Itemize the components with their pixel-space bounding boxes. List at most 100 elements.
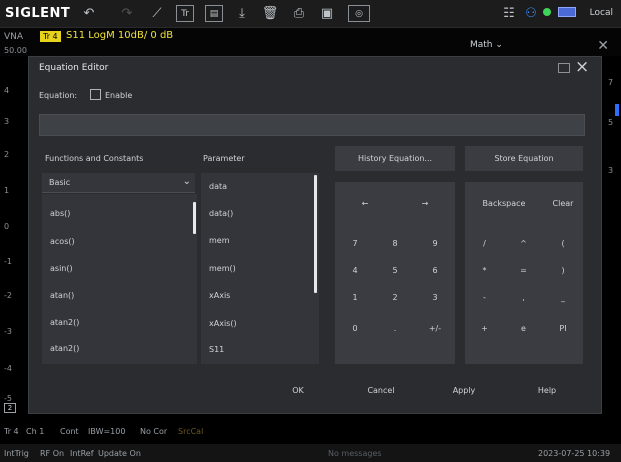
key-0[interactable]: 0 bbox=[335, 314, 375, 344]
key-minus[interactable]: - bbox=[465, 284, 504, 312]
grid-label: -3 bbox=[4, 327, 12, 336]
key-9[interactable]: 9 bbox=[415, 230, 455, 257]
category-select[interactable]: Basic ⌄ bbox=[42, 173, 195, 193]
close-icon[interactable]: ✕ bbox=[597, 38, 609, 54]
layout-icon[interactable]: ☷ bbox=[500, 5, 518, 22]
grid-label: 7 bbox=[608, 78, 614, 87]
status-item[interactable]: SrcCal bbox=[178, 427, 203, 436]
grid-label: 50.00 bbox=[4, 46, 27, 55]
channel-status-bar: Tr 4 Ch 1 Cont IBW=100 No Cor SrcCal bbox=[0, 421, 621, 441]
cancel-button[interactable]: Cancel bbox=[345, 378, 417, 403]
key-plus-minus[interactable]: +/- bbox=[415, 314, 455, 344]
reference-marker bbox=[615, 104, 619, 116]
network-icon[interactable]: ⚇ bbox=[522, 5, 540, 22]
list-item[interactable]: data bbox=[201, 173, 227, 200]
math-dropdown[interactable]: Math ⌄ bbox=[470, 40, 503, 50]
key-comma[interactable]: , bbox=[504, 284, 543, 312]
trace-format-label[interactable]: S11 LogM 10dB/ 0 dB bbox=[66, 30, 173, 41]
scrollbar[interactable] bbox=[314, 175, 317, 293]
list-item[interactable]: atan() bbox=[42, 282, 74, 309]
trace-badge[interactable]: Tr 4 bbox=[40, 31, 61, 42]
status-item[interactable]: IntRef bbox=[70, 449, 94, 458]
list-item[interactable]: mem() bbox=[201, 255, 236, 282]
grid-label: -5 bbox=[4, 394, 12, 403]
list-item[interactable]: atan2() bbox=[42, 335, 79, 362]
equation-input[interactable] bbox=[39, 114, 585, 136]
status-item[interactable]: Ch 1 bbox=[26, 427, 44, 436]
key-divide[interactable]: / bbox=[465, 230, 504, 257]
key-power[interactable]: ^ bbox=[504, 230, 543, 257]
list-item[interactable]: mem bbox=[201, 227, 230, 254]
grid-label: 2 bbox=[4, 150, 10, 159]
key-decimal[interactable]: . bbox=[375, 314, 415, 344]
key-1[interactable]: 1 bbox=[335, 284, 375, 312]
list-item[interactable]: atan2() bbox=[42, 309, 79, 336]
arrow-left-key[interactable]: ← bbox=[335, 190, 395, 218]
print-icon[interactable]: ⎙ bbox=[290, 5, 308, 22]
digit-keypad: ← → 7 8 9 4 5 6 1 2 3 0 . +/- bbox=[335, 182, 455, 364]
status-item[interactable]: Update On bbox=[98, 449, 141, 458]
key-close-paren[interactable]: ) bbox=[543, 257, 583, 284]
local-indicator: Local bbox=[589, 8, 613, 18]
key-underscore[interactable]: _ bbox=[543, 284, 583, 312]
parameter-list: data data() mem mem() xAxis xAxis() S11 bbox=[201, 173, 319, 364]
help-button[interactable]: Help bbox=[511, 378, 583, 403]
key-5[interactable]: 5 bbox=[375, 257, 415, 284]
key-4[interactable]: 4 bbox=[335, 257, 375, 284]
key-e[interactable]: e bbox=[504, 314, 543, 344]
key-plus[interactable]: + bbox=[465, 314, 504, 344]
brand-logo: SIGLENT bbox=[5, 6, 71, 21]
key-2[interactable]: 2 bbox=[375, 284, 415, 312]
arrow-right-key[interactable]: → bbox=[395, 190, 455, 218]
list-item[interactable]: acos() bbox=[42, 228, 75, 255]
delete-icon[interactable]: 🗑 bbox=[261, 5, 279, 22]
key-3[interactable]: 3 bbox=[415, 284, 455, 312]
equation-label: Equation: bbox=[39, 91, 78, 100]
camera-icon[interactable]: ◎ bbox=[348, 5, 370, 22]
list-item[interactable]: xAxis bbox=[201, 282, 230, 309]
display-icon[interactable]: ▤ bbox=[205, 5, 223, 22]
redo-icon[interactable]: ↷ bbox=[118, 5, 136, 22]
ok-button[interactable]: OK bbox=[262, 378, 334, 403]
grid-label: -2 bbox=[4, 291, 12, 300]
save-icon[interactable]: ▣ bbox=[318, 5, 336, 22]
backspace-key[interactable]: Backspace bbox=[465, 190, 543, 218]
marker-box[interactable]: 2 bbox=[4, 403, 16, 413]
status-item[interactable]: IBW=100 bbox=[88, 427, 125, 436]
status-item[interactable]: Tr 4 bbox=[4, 427, 19, 436]
key-equals[interactable]: = bbox=[504, 257, 543, 284]
list-item[interactable]: abs() bbox=[42, 200, 70, 227]
key-open-paren[interactable]: ( bbox=[543, 230, 583, 257]
key-6[interactable]: 6 bbox=[415, 257, 455, 284]
history-equation-button[interactable]: History Equation... bbox=[335, 146, 455, 171]
status-item[interactable]: Cont bbox=[60, 427, 79, 436]
list-item[interactable]: xAxis() bbox=[201, 310, 237, 337]
download-icon[interactable]: ⤓ bbox=[233, 5, 251, 22]
top-toolbar: SIGLENT ↶ ↷ ⟋ Tr ▤ ⤓ 🗑 ⎙ ▣ ◎ ☷ ⚇ Local bbox=[0, 0, 621, 28]
store-equation-button[interactable]: Store Equation bbox=[465, 146, 583, 171]
list-item[interactable]: data() bbox=[201, 200, 233, 227]
trace-icon[interactable]: Tr bbox=[176, 5, 194, 22]
list-item[interactable]: asin() bbox=[42, 255, 73, 282]
marker-icon[interactable]: ⟋ bbox=[148, 5, 166, 22]
list-item[interactable]: S11 bbox=[201, 336, 224, 363]
screenshot-icon[interactable] bbox=[558, 63, 570, 73]
enable-checkbox[interactable] bbox=[90, 89, 101, 100]
key-7[interactable]: 7 bbox=[335, 230, 375, 257]
vna-label: VNA bbox=[4, 32, 24, 42]
scrollbar[interactable] bbox=[193, 202, 196, 234]
category-selected: Basic bbox=[49, 178, 71, 187]
status-item[interactable]: IntTrig bbox=[4, 449, 29, 458]
status-icon bbox=[543, 8, 551, 16]
key-8[interactable]: 8 bbox=[375, 230, 415, 257]
status-item[interactable]: RF On bbox=[40, 449, 64, 458]
key-multiply[interactable]: * bbox=[465, 257, 504, 284]
apply-button[interactable]: Apply bbox=[428, 378, 500, 403]
datetime: 2023-07-25 10:39 bbox=[538, 449, 611, 458]
clear-key[interactable]: Clear bbox=[543, 190, 583, 218]
undo-icon[interactable]: ↶ bbox=[80, 5, 98, 22]
close-icon[interactable]: × bbox=[575, 57, 589, 77]
equation-editor-dialog: Equation Editor × Equation: Enable Funct… bbox=[28, 56, 602, 414]
key-pi[interactable]: PI bbox=[543, 314, 583, 344]
status-item[interactable]: No Cor bbox=[140, 427, 167, 436]
